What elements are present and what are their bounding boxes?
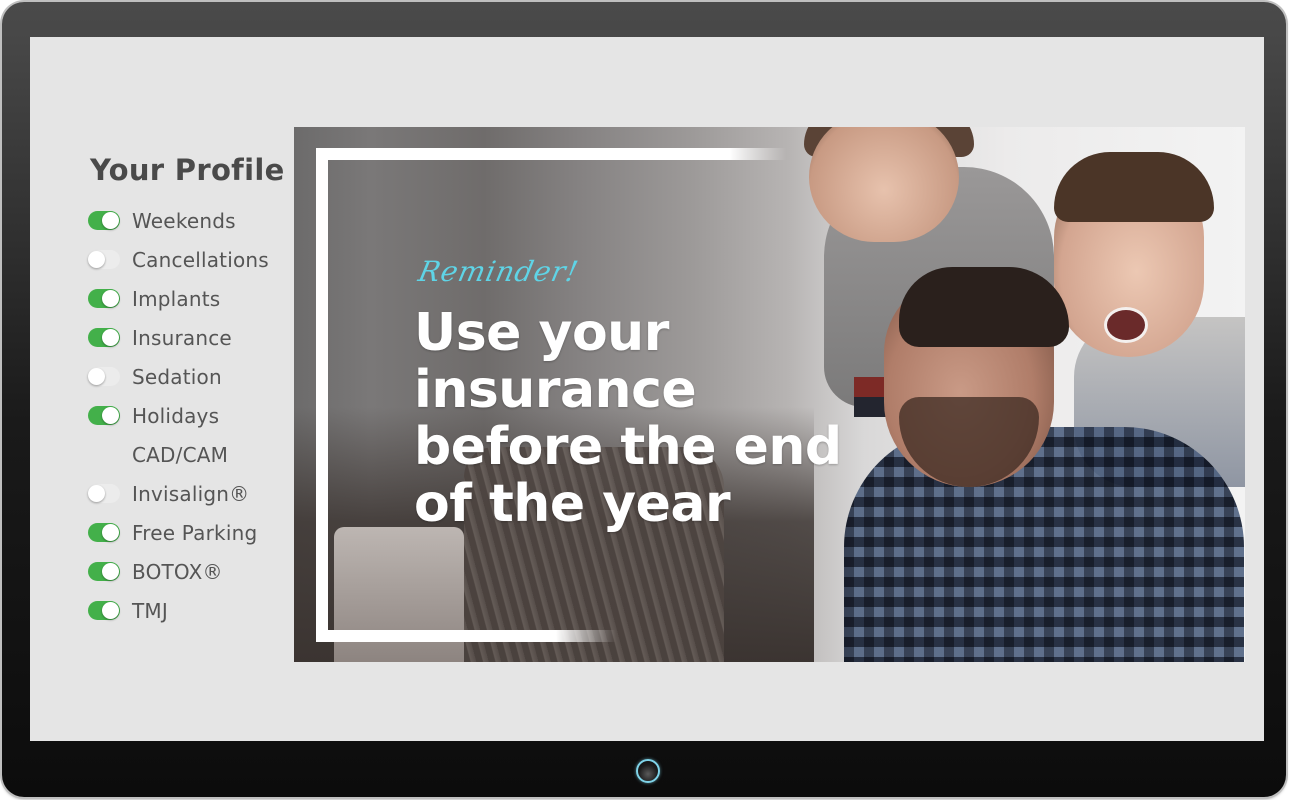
- toggle-knob: [102, 563, 119, 580]
- toggle-knob: [102, 290, 119, 307]
- toggle-switch[interactable]: [88, 250, 120, 269]
- photo-boy-right-mouth: [1104, 307, 1148, 343]
- toggle-knob: [102, 524, 119, 541]
- toggle-switch[interactable]: [88, 484, 120, 503]
- profile-item-label: Sedation: [132, 364, 222, 389]
- profile-title: Your Profile: [90, 153, 285, 187]
- home-button[interactable]: [636, 759, 660, 783]
- promo-banner: Reminder! Use your insurance before the …: [294, 127, 1245, 662]
- profile-item-implants[interactable]: Implants: [88, 279, 288, 318]
- profile-item-label: TMJ: [132, 598, 168, 623]
- profile-item-label: Holidays: [132, 403, 220, 428]
- profile-item-label: Cancellations: [132, 247, 269, 272]
- profile-item-label: BOTOX®: [132, 559, 223, 584]
- headline-line: before the end: [414, 417, 842, 477]
- profile-item-label: Free Parking: [132, 520, 258, 545]
- headline-line: Use your: [414, 303, 669, 363]
- profile-item-insurance[interactable]: Insurance: [88, 318, 288, 357]
- frame-border-bottom: [316, 630, 616, 642]
- profile-item-label: Insurance: [132, 325, 232, 350]
- photo-boy-right-hair: [1054, 152, 1214, 222]
- profile-item-invisalign[interactable]: Invisalign®: [88, 474, 288, 513]
- profile-item-sedation[interactable]: Sedation: [88, 357, 288, 396]
- profile-item-label: Invisalign®: [132, 481, 250, 506]
- toggle-switch[interactable]: [88, 406, 120, 425]
- photo-man-shirt: [844, 427, 1244, 662]
- toggle-switch[interactable]: [88, 523, 120, 542]
- toggle-knob: [102, 212, 119, 229]
- screen: Your Profile Weekends Cancellations Impl…: [30, 37, 1264, 741]
- toggle-knob: [102, 329, 119, 346]
- toggle-switch[interactable]: [88, 328, 120, 347]
- profile-item-botox[interactable]: BOTOX®: [88, 552, 288, 591]
- toggle-switch[interactable]: [88, 289, 120, 308]
- tablet-device: Your Profile Weekends Cancellations Impl…: [2, 2, 1286, 797]
- profile-item-label: Implants: [132, 286, 221, 311]
- toggle-switch[interactable]: [88, 211, 120, 230]
- banner-headline: Use your insurance before the end of the…: [414, 305, 854, 533]
- photo-man-hair: [899, 267, 1069, 347]
- toggle-knob: [102, 602, 119, 619]
- toggle-switch[interactable]: [88, 562, 120, 581]
- photo-boy-left-face: [809, 127, 959, 242]
- profile-item-tmj[interactable]: TMJ: [88, 591, 288, 630]
- headline-line: insurance: [414, 360, 697, 420]
- profile-item-free-parking[interactable]: Free Parking: [88, 513, 288, 552]
- reminder-label: Reminder!: [415, 255, 582, 288]
- toggle-knob: [88, 368, 105, 385]
- frame-border-left: [316, 148, 328, 642]
- profile-item-weekends[interactable]: Weekends: [88, 201, 288, 240]
- profile-item-label: Weekends: [132, 208, 236, 233]
- profile-item-holidays[interactable]: Holidays: [88, 396, 288, 435]
- toggle-knob: [88, 485, 105, 502]
- toggle-switch[interactable]: [88, 601, 120, 620]
- toggle-knob: [88, 251, 105, 268]
- toggle-placeholder: [88, 445, 120, 464]
- profile-item-cancellations[interactable]: Cancellations: [88, 240, 288, 279]
- frame-border-top: [316, 148, 786, 160]
- profile-item-cad-cam: CAD/CAM: [88, 435, 288, 474]
- headline-line: of the year: [414, 474, 731, 534]
- toggle-knob: [102, 407, 119, 424]
- profile-panel: Your Profile Weekends Cancellations Impl…: [88, 153, 288, 630]
- profile-item-label: CAD/CAM: [132, 442, 229, 467]
- toggle-switch[interactable]: [88, 367, 120, 386]
